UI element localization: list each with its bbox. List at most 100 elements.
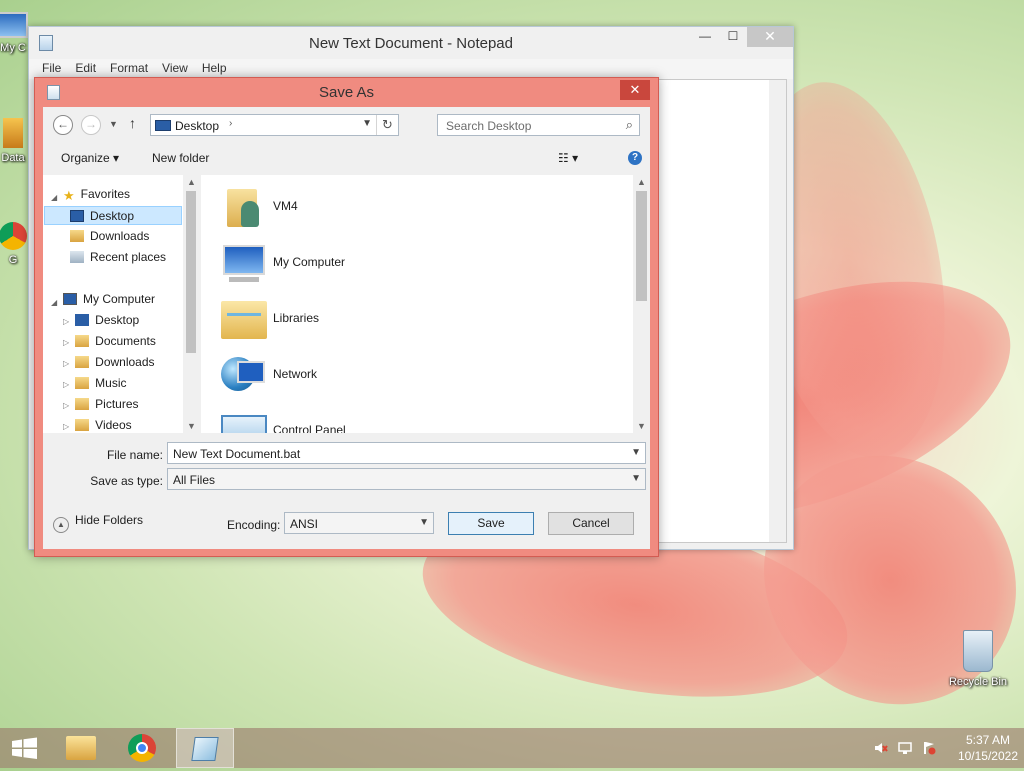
refresh-button[interactable]: ↻ — [376, 115, 398, 135]
notepad-titlebar[interactable]: New Text Document - Notepad — ☐ ✕ — [29, 27, 793, 59]
network-tray-icon[interactable] — [898, 741, 912, 755]
nav-pc-music[interactable]: ▷ Music — [63, 374, 127, 393]
nav-fav-desktop[interactable]: Desktop — [44, 206, 182, 225]
recycle-bin-icon — [963, 630, 993, 672]
file-list-scrollbar[interactable]: ▲ ▼ — [633, 175, 650, 433]
file-item-network[interactable]: Network — [219, 349, 317, 399]
chevron-down-icon[interactable]: ▼ — [419, 517, 429, 528]
encoding-label: Encoding: — [227, 518, 281, 532]
dialog-close-button[interactable]: ✕ — [620, 80, 650, 100]
notepad-scrollbar[interactable] — [769, 80, 786, 542]
menu-view[interactable]: View — [155, 59, 195, 79]
forward-button[interactable]: → — [81, 115, 101, 135]
expand-arrow-icon[interactable]: ▷ — [63, 401, 69, 410]
computer-icon — [219, 239, 269, 285]
taskbar-file-explorer[interactable] — [52, 728, 110, 768]
scroll-thumb[interactable] — [636, 191, 647, 301]
libraries-icon — [219, 295, 269, 341]
expand-arrow-icon[interactable]: ▷ — [63, 359, 69, 368]
nav-label: Downloads — [95, 355, 155, 369]
encoding-select[interactable]: ANSI ▼ — [284, 512, 434, 534]
clock-date: 10/15/2022 — [957, 749, 1018, 763]
chevron-down-icon[interactable]: ▼ — [631, 447, 641, 458]
nav-pc-videos[interactable]: ▷ Videos — [63, 416, 132, 433]
nav-fav-downloads[interactable]: Downloads — [70, 227, 149, 246]
file-item-control-panel[interactable]: Control Panel — [219, 405, 346, 433]
notepad-title: New Text Document - Notepad — [309, 35, 513, 52]
organize-button[interactable]: Organize ▾ — [61, 151, 119, 165]
pictures-folder-icon — [75, 398, 90, 410]
file-item-libraries[interactable]: Libraries — [219, 293, 319, 343]
scroll-down-icon[interactable]: ▼ — [187, 421, 196, 431]
taskbar-chrome[interactable] — [114, 728, 172, 768]
save-as-type-label: Save as type: — [90, 474, 163, 488]
menu-edit[interactable]: Edit — [68, 59, 103, 79]
expand-arrow-icon[interactable]: ▷ — [63, 380, 69, 389]
expand-arrow-icon[interactable]: ▷ — [63, 338, 69, 347]
nav-label: Music — [95, 376, 127, 390]
nav-fav-recent-places[interactable]: Recent places — [70, 248, 166, 267]
clock[interactable]: 5:37 AM 10/15/2022 — [958, 732, 1018, 764]
file-item-my-computer[interactable]: My Computer — [219, 237, 345, 287]
volume-muted-icon[interactable] — [874, 741, 888, 755]
file-name-input[interactable]: New Text Document.bat ▼ — [167, 442, 646, 464]
expand-favorites-icon[interactable]: ◢ — [51, 193, 57, 202]
videos-folder-icon — [75, 419, 90, 431]
menu-format[interactable]: Format — [103, 59, 155, 79]
scroll-up-icon[interactable]: ▲ — [187, 177, 196, 187]
chrome-icon — [128, 734, 156, 762]
desktop-icon-recycle-bin[interactable]: Recycle Bin — [940, 630, 1016, 688]
back-button[interactable]: ← — [53, 115, 73, 135]
nav-label: Downloads — [90, 229, 150, 243]
close-button[interactable]: ✕ — [747, 27, 793, 47]
address-bar[interactable]: Desktop › ▼ ↻ — [150, 114, 399, 136]
recent-places-icon — [70, 251, 84, 263]
file-list: VM4 My Computer Libraries Network Contro… — [201, 175, 633, 433]
menu-help[interactable]: Help — [195, 59, 234, 79]
help-button[interactable]: ? — [628, 151, 642, 165]
breadcrumb-chevron-icon[interactable]: › — [229, 118, 232, 129]
expand-my-computer-icon[interactable]: ◢ — [51, 298, 57, 307]
nav-pc-pictures[interactable]: ▷ Pictures — [63, 395, 139, 414]
action-center-icon[interactable] — [922, 741, 936, 755]
nav-pc-desktop[interactable]: ▷ Desktop — [63, 311, 139, 330]
view-options-button[interactable]: ☷ ▾ — [558, 151, 578, 165]
menu-file[interactable]: File — [35, 59, 68, 79]
recent-locations-dropdown[interactable]: ▼ — [109, 119, 118, 129]
taskbar-notepad[interactable] — [176, 728, 234, 768]
file-name-value: New Text Document.bat — [173, 447, 301, 461]
scroll-up-icon[interactable]: ▲ — [637, 177, 646, 187]
address-location[interactable]: Desktop — [175, 119, 219, 133]
address-dropdown-icon[interactable]: ▼ — [362, 118, 372, 129]
scroll-down-icon[interactable]: ▼ — [637, 421, 646, 431]
search-box[interactable]: Search Desktop ⌕ — [437, 114, 640, 136]
desktop-icon-label: Recycle Bin — [948, 676, 1008, 688]
new-folder-button[interactable]: New folder — [152, 151, 209, 165]
scroll-thumb[interactable] — [186, 191, 196, 353]
taskbar: 5:37 AM 10/15/2022 — [0, 728, 1024, 768]
save-as-dialog: Save As ✕ ← → ▼ ↑ Desktop › ▼ ↻ Search D… — [34, 77, 659, 557]
nav-favorites[interactable]: ★ Favorites — [63, 185, 130, 204]
navigation-scrollbar[interactable]: ▲ ▼ — [183, 175, 199, 433]
notepad-menubar: File Edit Format View Help — [29, 59, 793, 79]
file-item-vm4[interactable]: VM4 — [219, 181, 298, 231]
hide-folders-label: Hide Folders — [75, 513, 144, 527]
nav-pc-documents[interactable]: ▷ Documents — [63, 332, 156, 351]
file-item-label: My Computer — [273, 255, 346, 269]
refresh-icon: ↻ — [382, 117, 393, 132]
up-button[interactable]: ↑ — [129, 115, 136, 131]
save-as-type-select[interactable]: All Files ▼ — [167, 468, 646, 490]
expand-arrow-icon[interactable]: ▷ — [63, 422, 69, 431]
maximize-button[interactable]: ☐ — [719, 27, 747, 47]
hide-folders-button[interactable]: ▲ Hide Folders — [53, 513, 143, 533]
search-icon[interactable]: ⌕ — [626, 117, 633, 133]
save-button[interactable]: Save — [448, 512, 534, 535]
chevron-down-icon[interactable]: ▼ — [631, 473, 641, 484]
cancel-button[interactable]: Cancel — [548, 512, 634, 535]
nav-pc-downloads[interactable]: ▷ Downloads — [63, 353, 155, 372]
minimize-button[interactable]: — — [691, 27, 719, 47]
expand-arrow-icon[interactable]: ▷ — [63, 317, 69, 326]
nav-label: Pictures — [95, 397, 139, 411]
start-button[interactable] — [0, 728, 58, 768]
nav-my-computer[interactable]: My Computer — [63, 290, 155, 309]
